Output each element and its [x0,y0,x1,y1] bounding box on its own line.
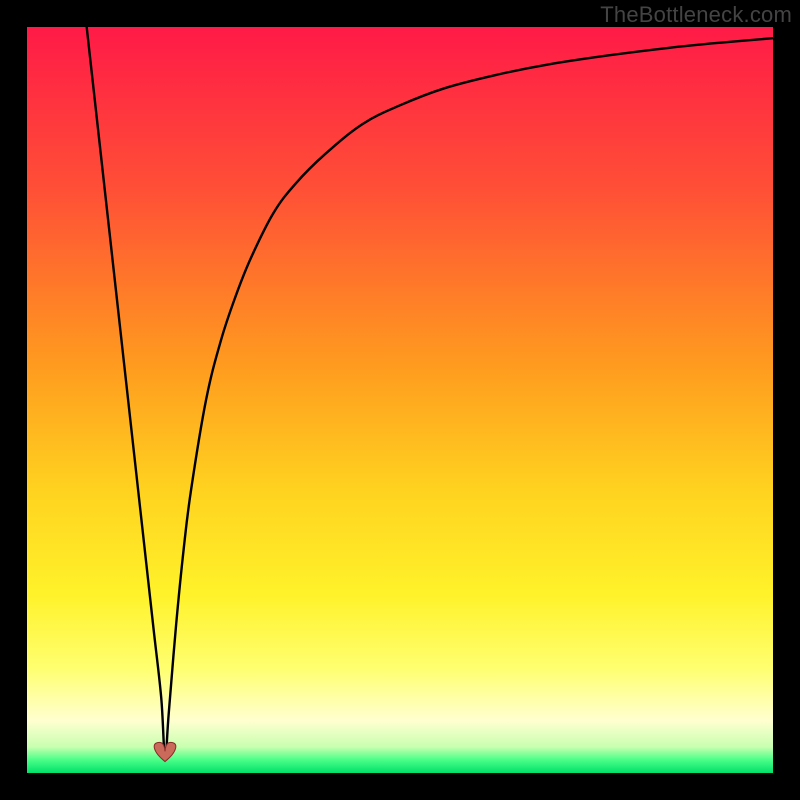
watermark-text: TheBottleneck.com [600,2,792,28]
chart-background [27,27,773,773]
bottleneck-chart [27,27,773,773]
